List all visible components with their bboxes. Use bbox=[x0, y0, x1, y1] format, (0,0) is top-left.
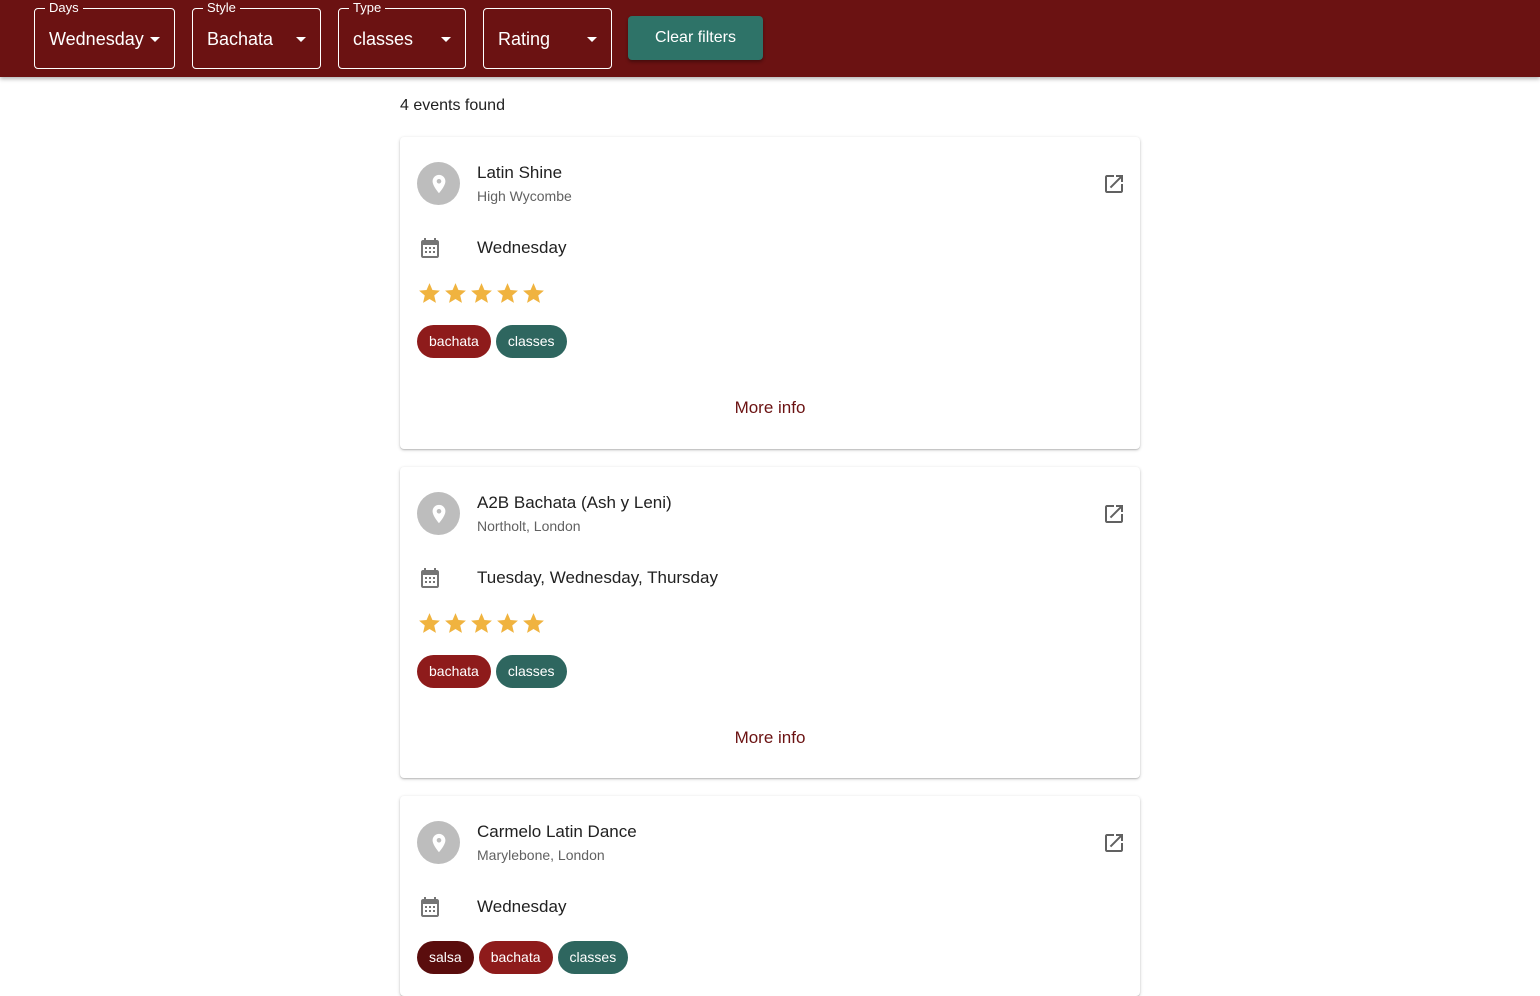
caret-down-icon bbox=[587, 37, 597, 42]
star-icon bbox=[471, 613, 492, 633]
event-name: Latin Shine bbox=[477, 163, 563, 182]
open-in-new-icon[interactable] bbox=[1102, 172, 1126, 196]
event-name: Carmelo Latin Dance bbox=[477, 822, 637, 841]
results-count: 4 events found bbox=[400, 97, 505, 114]
event-card: Carmelo Latin Dance Marylebone, London W… bbox=[400, 796, 1140, 996]
tag-chip: bachata bbox=[417, 325, 491, 358]
star-icon bbox=[497, 613, 518, 633]
event-days: Wednesday bbox=[477, 897, 567, 916]
filter-bar: Days Wednesday Style Bachata Type classe… bbox=[0, 0, 1540, 77]
tag-chip: bachata bbox=[417, 655, 491, 688]
caret-down-icon bbox=[441, 37, 451, 42]
tag-list: bachata classes bbox=[417, 655, 567, 688]
star-icon bbox=[419, 613, 440, 633]
tag-list: bachata classes bbox=[417, 325, 567, 358]
star-icon bbox=[471, 283, 492, 303]
clear-filters-button[interactable]: Clear filters bbox=[628, 16, 763, 60]
event-location: Marylebone, London bbox=[477, 847, 605, 863]
type-select-label: Type bbox=[349, 0, 386, 16]
open-in-new-icon[interactable] bbox=[1102, 831, 1126, 855]
event-card: Latin Shine High Wycombe Wednesday bacha… bbox=[400, 137, 1140, 449]
calendar-icon bbox=[421, 238, 439, 258]
location-pin-icon bbox=[432, 504, 445, 523]
days-select-label: Days bbox=[45, 0, 83, 16]
event-location: High Wycombe bbox=[477, 188, 572, 204]
type-select-value: classes bbox=[353, 29, 414, 49]
tag-chip: bachata bbox=[478, 941, 553, 974]
tag-list: salsa bachata classes bbox=[417, 941, 629, 974]
caret-down-icon bbox=[150, 37, 160, 42]
tag-chip: salsa bbox=[417, 941, 474, 974]
event-card: A2B Bachata (Ash y Leni) Northolt, Londo… bbox=[400, 467, 1140, 778]
tag-chip: classes bbox=[495, 325, 567, 358]
location-pin-icon bbox=[432, 833, 445, 852]
days-select[interactable]: Days Wednesday bbox=[34, 0, 175, 69]
rating-stars bbox=[417, 281, 546, 306]
days-select-value: Wednesday bbox=[49, 29, 144, 49]
style-select[interactable]: Style Bachata bbox=[192, 0, 321, 69]
style-select-label: Style bbox=[203, 0, 240, 16]
star-icon bbox=[523, 283, 544, 303]
more-info-link[interactable]: More info bbox=[735, 398, 806, 417]
rating-select-placeholder: Rating bbox=[498, 29, 551, 49]
calendar-icon bbox=[421, 897, 439, 917]
event-days: Wednesday bbox=[477, 238, 567, 257]
more-info-row: More info bbox=[400, 398, 1140, 418]
rating-stars bbox=[417, 611, 546, 636]
star-icon bbox=[523, 613, 544, 633]
open-in-new-icon[interactable] bbox=[1102, 502, 1126, 526]
star-icon bbox=[419, 283, 440, 303]
location-avatar bbox=[417, 821, 460, 864]
more-info-link[interactable]: More info bbox=[735, 728, 806, 747]
style-select-value: Bachata bbox=[207, 29, 274, 49]
location-pin-icon bbox=[432, 174, 445, 193]
calendar-icon bbox=[421, 568, 439, 588]
star-icon bbox=[445, 283, 466, 303]
event-days: Tuesday, Wednesday, Thursday bbox=[477, 568, 718, 587]
location-avatar bbox=[417, 162, 460, 205]
star-icon bbox=[497, 283, 518, 303]
rating-select[interactable]: Rating bbox=[483, 8, 612, 69]
event-location: Northolt, London bbox=[477, 518, 581, 534]
tag-chip: classes bbox=[557, 941, 629, 974]
type-select[interactable]: Type classes bbox=[338, 0, 466, 69]
tag-chip: classes bbox=[495, 655, 567, 688]
star-icon bbox=[445, 613, 466, 633]
event-name: A2B Bachata (Ash y Leni) bbox=[477, 493, 672, 512]
more-info-row: More info bbox=[400, 728, 1140, 748]
caret-down-icon bbox=[296, 37, 306, 42]
location-avatar bbox=[417, 492, 460, 535]
